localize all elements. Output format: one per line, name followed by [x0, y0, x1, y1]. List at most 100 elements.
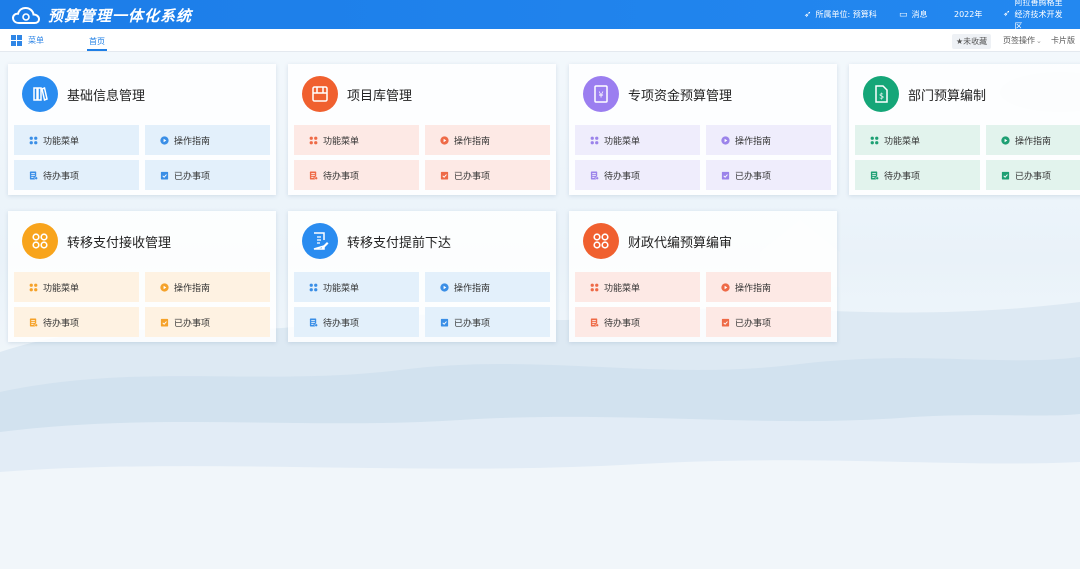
- button-label: 已办事项: [174, 318, 211, 329]
- play-circle-icon: [440, 282, 449, 292]
- todo-items-button[interactable]: 待办事项: [294, 307, 419, 337]
- button-label: 功能菜单: [323, 283, 360, 294]
- operation-guide-button[interactable]: 操作指南: [145, 272, 270, 302]
- card-header: $ 部门预算编制: [863, 76, 986, 112]
- module-card[interactable]: 转移支付提前下达功能菜单 操作指南待办事项 已办事项: [288, 211, 556, 342]
- button-label: 操作指南: [454, 136, 491, 147]
- function-menu-button[interactable]: 功能菜单: [575, 272, 700, 302]
- todo-list-icon: [309, 170, 318, 180]
- play-circle-icon: [160, 135, 169, 145]
- done-items-button[interactable]: 已办事项: [706, 307, 831, 337]
- function-menu-button[interactable]: 功能菜单: [855, 125, 980, 155]
- card-header: 项目库管理: [302, 76, 412, 112]
- edit-doc-icon: [302, 223, 338, 259]
- tab-bar: 菜单 首页 ★未收藏 页签操作 ⌄ 卡片版: [0, 29, 1080, 52]
- svg-text:¥: ¥: [598, 91, 603, 100]
- menu-label: 菜单: [28, 36, 44, 45]
- menu-dots-icon: [29, 136, 38, 145]
- todo-items-button[interactable]: 待办事项: [575, 307, 700, 337]
- todo-list-icon: [590, 170, 599, 180]
- button-label: 操作指南: [174, 136, 211, 147]
- done-items-button[interactable]: 已办事项: [986, 160, 1080, 190]
- project-box-icon: [302, 76, 338, 112]
- operation-guide-button[interactable]: 操作指南: [425, 272, 550, 302]
- card-title: 部门预算编制: [908, 88, 987, 104]
- module-card[interactable]: $ 部门预算编制功能菜单 操作指南待办事项 已办事项: [849, 64, 1080, 195]
- function-menu-button[interactable]: 功能菜单: [294, 125, 419, 155]
- module-card[interactable]: ¥ 专项资金预算管理功能菜单 操作指南待办事项 已办事项: [569, 64, 837, 195]
- button-label: 操作指南: [454, 283, 491, 294]
- menu-dots-icon: [309, 136, 318, 145]
- page-ops-dropdown[interactable]: 页签操作 ⌄: [1003, 35, 1042, 46]
- button-label: 待办事项: [323, 171, 360, 182]
- operation-guide-button[interactable]: 操作指南: [706, 272, 831, 302]
- done-items-button[interactable]: 已办事项: [145, 160, 270, 190]
- view-mode-toggle[interactable]: 卡片版: [1051, 35, 1075, 46]
- todo-items-button[interactable]: 待办事项: [575, 160, 700, 190]
- apps-icon: [22, 223, 58, 259]
- apps-icon: [583, 223, 619, 259]
- done-items-button[interactable]: 已办事项: [706, 160, 831, 190]
- grid-menu-icon: [11, 35, 22, 46]
- yuan-doc-icon: ¥: [583, 76, 619, 112]
- operation-guide-button[interactable]: 操作指南: [145, 125, 270, 155]
- unit-label: 所属单位: 预算科: [815, 10, 877, 19]
- operation-guide-button[interactable]: 操作指南: [986, 125, 1080, 155]
- menu-dots-icon: [870, 136, 879, 145]
- menu-dots-icon: [590, 283, 599, 292]
- card-header: ¥ 专项资金预算管理: [583, 76, 732, 112]
- button-label: 待办事项: [604, 171, 641, 182]
- year-selector[interactable]: 2022年: [954, 9, 982, 20]
- favorite-button[interactable]: ★未收藏: [952, 34, 992, 49]
- function-menu-button[interactable]: 功能菜单: [14, 125, 139, 155]
- button-label: 待办事项: [323, 318, 360, 329]
- button-label: 操作指南: [174, 283, 211, 294]
- done-check-icon: [721, 318, 730, 327]
- button-label: 已办事项: [735, 318, 772, 329]
- module-card[interactable]: 财政代编预算编审 功能菜单 操作指南 待办事项 已办事项: [569, 211, 837, 342]
- menu-dots-icon: [309, 283, 318, 292]
- button-label: 已办事项: [174, 171, 211, 182]
- app-title: 预算管理一体化系统: [48, 7, 193, 25]
- unit-selector[interactable]: ➶ 所属单位: 预算科: [804, 9, 877, 20]
- button-label: 已办事项: [735, 171, 772, 182]
- todo-items-button[interactable]: 待办事项: [14, 307, 139, 337]
- app-logo[interactable]: 预算管理一体化系统: [12, 5, 192, 26]
- button-label: 功能菜单: [43, 283, 80, 294]
- module-card[interactable]: 基础信息管理功能菜单 操作指南待办事项 已办事项: [8, 64, 276, 195]
- money-doc-icon: $: [863, 76, 899, 112]
- done-items-button[interactable]: 已办事项: [145, 307, 270, 337]
- module-card[interactable]: 项目库管理功能菜单 操作指南待办事项 已办事项: [288, 64, 556, 195]
- function-menu-button[interactable]: 功能菜单: [294, 272, 419, 302]
- todo-items-button[interactable]: 待办事项: [294, 160, 419, 190]
- button-label: 操作指南: [735, 283, 772, 294]
- done-items-button[interactable]: 已办事项: [425, 307, 550, 337]
- button-label: 待办事项: [43, 318, 80, 329]
- button-label: 已办事项: [454, 318, 491, 329]
- books-icon: [22, 76, 58, 112]
- button-label: 操作指南: [1015, 136, 1052, 147]
- tab-home[interactable]: 首页: [87, 36, 107, 51]
- card-title: 转移支付提前下达: [347, 235, 452, 251]
- done-items-button[interactable]: 已办事项: [425, 160, 550, 190]
- function-menu-button[interactable]: 功能菜单: [575, 125, 700, 155]
- button-label: 功能菜单: [604, 136, 641, 147]
- todo-items-button[interactable]: 待办事项: [14, 160, 139, 190]
- location-arrow-icon: ➶: [804, 9, 812, 20]
- play-circle-icon: [440, 135, 449, 145]
- todo-list-icon: [870, 170, 879, 180]
- messages-button[interactable]: ▭ 消息: [899, 9, 928, 20]
- function-menu-button[interactable]: 功能菜单: [14, 272, 139, 302]
- todo-list-icon: [29, 317, 38, 327]
- menu-button[interactable]: 菜单: [11, 35, 44, 46]
- button-label: 功能菜单: [323, 136, 360, 147]
- card-header: 基础信息管理: [22, 76, 145, 112]
- todo-items-button[interactable]: 待办事项: [855, 160, 980, 190]
- module-card[interactable]: 转移支付接收管理 功能菜单 操作指南 待办事项 已办事项: [8, 211, 276, 342]
- done-check-icon: [160, 171, 169, 180]
- operation-guide-button[interactable]: 操作指南: [706, 125, 831, 155]
- done-check-icon: [721, 171, 730, 180]
- play-circle-icon: [1001, 135, 1010, 145]
- operation-guide-button[interactable]: 操作指南: [425, 125, 550, 155]
- svg-text:$: $: [879, 92, 884, 101]
